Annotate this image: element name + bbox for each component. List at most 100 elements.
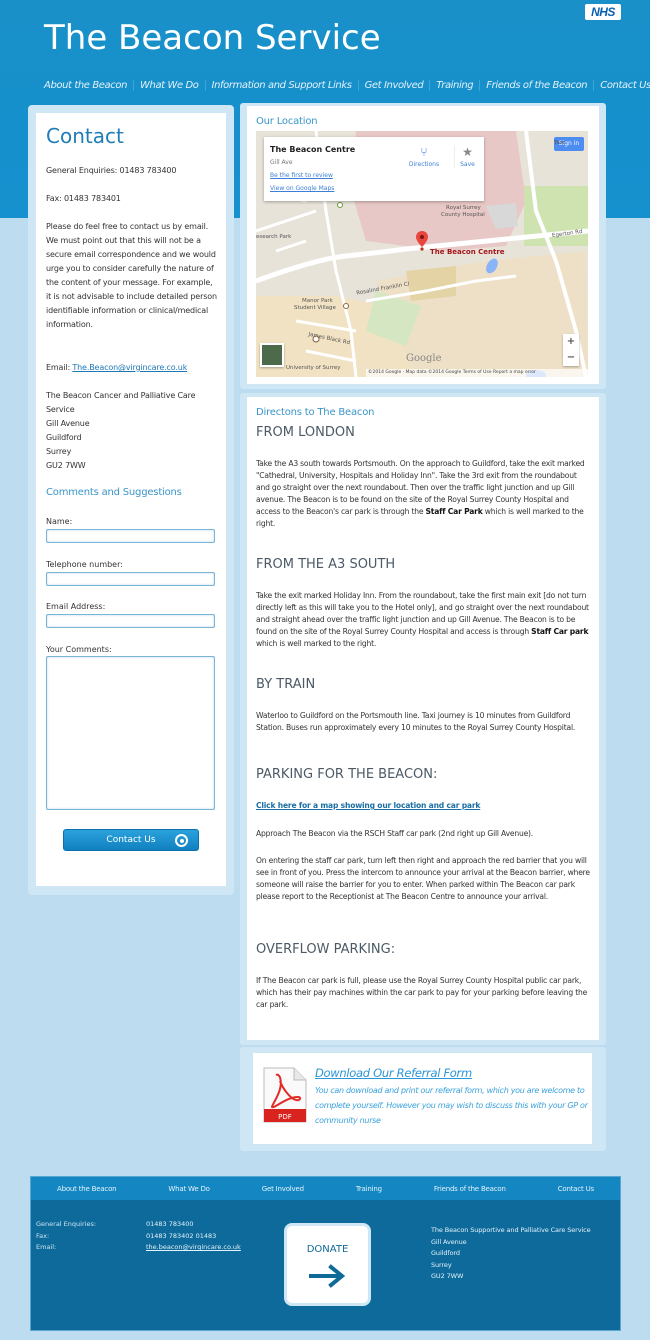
address-line: Surrey bbox=[46, 447, 72, 456]
address-line: GU2 7WW bbox=[46, 461, 86, 470]
nav-info-support[interactable]: Information and Support Links bbox=[204, 79, 358, 91]
car-park-map-link[interactable]: Click here for a map showing our locatio… bbox=[256, 801, 480, 810]
postal-address: The Beacon Cancer and Palliative Care Se… bbox=[46, 389, 218, 473]
staff-car-park-emphasis: Staff Car park bbox=[531, 627, 589, 636]
email-line: Email: The.Beacon@virgincare.co.uk bbox=[46, 361, 218, 375]
telephone-input[interactable] bbox=[46, 572, 215, 586]
footer-address-line: Gill Avenue bbox=[431, 1237, 467, 1246]
email-notice: Please do feel free to contact us by ema… bbox=[46, 222, 217, 329]
fax-number: Fax: 01483 783401 bbox=[46, 194, 121, 203]
map-label-hospital: Royal Surrey bbox=[446, 205, 481, 211]
heading-overflow-parking: OVERFLOW PARKING: bbox=[256, 942, 396, 957]
footer-nav: About the Beacon What We Do Get Involved… bbox=[31, 1177, 620, 1200]
directions-icon: ⑂ bbox=[420, 145, 428, 159]
heading-by-train: BY TRAIN bbox=[256, 677, 316, 692]
nav-friends[interactable]: Friends of the Beacon bbox=[479, 79, 593, 91]
location-heading: Our Location bbox=[256, 116, 318, 127]
main-nav: About the Beacon What We Do Information … bbox=[40, 77, 650, 93]
address-line: The Beacon Cancer and Palliative Care Se… bbox=[46, 391, 196, 414]
directions-label: Directions bbox=[408, 161, 440, 168]
pdf-icon-label: PDF bbox=[278, 1113, 292, 1121]
by-train-text: Waterloo to Guildford on the Portsmouth … bbox=[256, 711, 576, 732]
zoom-in-button[interactable]: + bbox=[563, 334, 579, 350]
donate-button[interactable]: DONATE bbox=[284, 1223, 371, 1306]
map-label-student-village: Student Village bbox=[294, 305, 336, 311]
submit-circle-icon bbox=[175, 834, 188, 847]
place-address: Gill Ave bbox=[270, 159, 293, 166]
map-label-hospital-2: County Hospital bbox=[441, 212, 485, 218]
footer-contact-values: 01483 783400 01483 783402 01483 the.beac… bbox=[146, 1219, 241, 1254]
heading-parking: PARKING FOR THE BEACON: bbox=[256, 767, 438, 782]
footer-nav-friends[interactable]: Friends of the Beacon bbox=[434, 1185, 506, 1193]
general-enquiries: General Enquiries: 01483 783400 bbox=[46, 166, 177, 175]
footer-enquiries-value: 01483 783400 bbox=[146, 1220, 194, 1228]
arrow-right-icon bbox=[309, 1264, 346, 1288]
map-label-university: University of Surrey bbox=[286, 365, 341, 371]
save-label: Save bbox=[460, 161, 475, 168]
nav-get-involved[interactable]: Get Involved bbox=[357, 79, 430, 91]
site-title[interactable]: The Beacon Service bbox=[44, 18, 381, 58]
comments-heading: Comments and Suggestions bbox=[46, 487, 182, 498]
contact-heading: Contact bbox=[46, 124, 124, 148]
footer-nav-contact[interactable]: Contact Us bbox=[558, 1185, 594, 1193]
footer-nav-what-we-do[interactable]: What We Do bbox=[168, 1185, 210, 1193]
google-logo: Google bbox=[406, 353, 442, 364]
email-label: Email: bbox=[46, 363, 73, 372]
footer-nav-get-involved[interactable]: Get Involved bbox=[262, 1185, 304, 1193]
map-label-tesco: Tesc bbox=[554, 140, 566, 146]
directions-button[interactable]: ⑂ Directions bbox=[404, 145, 444, 168]
nav-about[interactable]: About the Beacon bbox=[40, 80, 133, 91]
footer-label-enquiries: General Enquiries: bbox=[36, 1220, 97, 1228]
view-on-google-maps-link[interactable]: View on Google Maps bbox=[270, 185, 334, 192]
footer-address: The Beacon Supportive and Palliative Car… bbox=[431, 1225, 591, 1283]
map-label-research-park: esearch Park bbox=[256, 234, 292, 240]
referral-description: You can download and print our referral … bbox=[315, 1086, 588, 1125]
donate-label: DONATE bbox=[306, 1244, 349, 1255]
email-address-input[interactable] bbox=[46, 614, 215, 628]
pdf-icon[interactable]: PDF bbox=[262, 1067, 308, 1123]
site-footer: About the Beacon What We Do Get Involved… bbox=[30, 1176, 621, 1331]
nav-contact[interactable]: Contact Us bbox=[593, 79, 650, 91]
map-pin-label: The Beacon Centre bbox=[430, 248, 505, 256]
satellite-view-toggle[interactable] bbox=[260, 343, 284, 367]
footer-fax-value: 01483 783402 01483 bbox=[146, 1231, 217, 1240]
from-london-text: Take the A3 south towards Portsmouth. On… bbox=[256, 458, 592, 530]
footer-nav-training[interactable]: Training bbox=[356, 1185, 382, 1193]
nav-training[interactable]: Training bbox=[429, 79, 479, 91]
staff-car-park-emphasis: Staff Car Park bbox=[425, 507, 483, 516]
footer-address-line: Guildford bbox=[431, 1249, 460, 1257]
zoom-out-button[interactable]: − bbox=[563, 350, 579, 366]
contact-us-label: Contact Us bbox=[106, 835, 156, 845]
comments-label: Your Comments: bbox=[46, 645, 112, 654]
place-name: The Beacon Centre bbox=[270, 145, 356, 154]
footer-label-email: Email: bbox=[36, 1243, 57, 1251]
parking-entry-text: On entering the staff car park, turn lef… bbox=[256, 856, 590, 901]
google-map[interactable]: The Beacon Centre Gill Ave Be the first … bbox=[256, 131, 588, 377]
review-link[interactable]: Be the first to review bbox=[270, 172, 333, 179]
nhs-logo: NHS bbox=[585, 4, 621, 20]
map-zoom-control: + − bbox=[563, 334, 579, 366]
email-address-label: Email Address: bbox=[46, 602, 106, 611]
footer-address-line: The Beacon Supportive and Palliative Car… bbox=[431, 1226, 591, 1234]
text-segment: which is well marked to the right. bbox=[256, 639, 377, 648]
email-link[interactable]: The.Beacon@virgincare.co.uk bbox=[72, 363, 187, 372]
comments-textarea[interactable] bbox=[46, 656, 215, 810]
footer-contact-labels: General Enquiries: Fax: Email: bbox=[36, 1219, 96, 1254]
heading-from-london: FROM LONDON bbox=[256, 425, 355, 440]
contact-us-submit-button[interactable]: Contact Us bbox=[63, 829, 199, 851]
download-referral-form-link[interactable]: Download Our Referral Form bbox=[315, 1066, 472, 1080]
directions-heading: Directons to The Beacon bbox=[256, 407, 375, 418]
map-label-manor-park: Manor Park bbox=[302, 298, 333, 304]
map-pin-icon[interactable] bbox=[416, 231, 428, 251]
footer-email-link[interactable]: the.beacon@virgincare.co.uk bbox=[146, 1243, 241, 1251]
footer-address-line: Surrey bbox=[431, 1260, 452, 1269]
name-label: Name: bbox=[46, 517, 73, 526]
save-button[interactable]: ★ Save bbox=[454, 145, 480, 168]
address-line: Guildford bbox=[46, 433, 82, 442]
nav-what-we-do[interactable]: What We Do bbox=[133, 79, 205, 91]
place-info-card: The Beacon Centre Gill Ave Be the first … bbox=[264, 137, 484, 201]
name-input[interactable] bbox=[46, 529, 215, 543]
footer-nav-about[interactable]: About the Beacon bbox=[57, 1185, 117, 1193]
from-a3-south-text: Take the exit marked Holiday Inn. From t… bbox=[256, 590, 592, 650]
telephone-label: Telephone number: bbox=[46, 560, 123, 569]
